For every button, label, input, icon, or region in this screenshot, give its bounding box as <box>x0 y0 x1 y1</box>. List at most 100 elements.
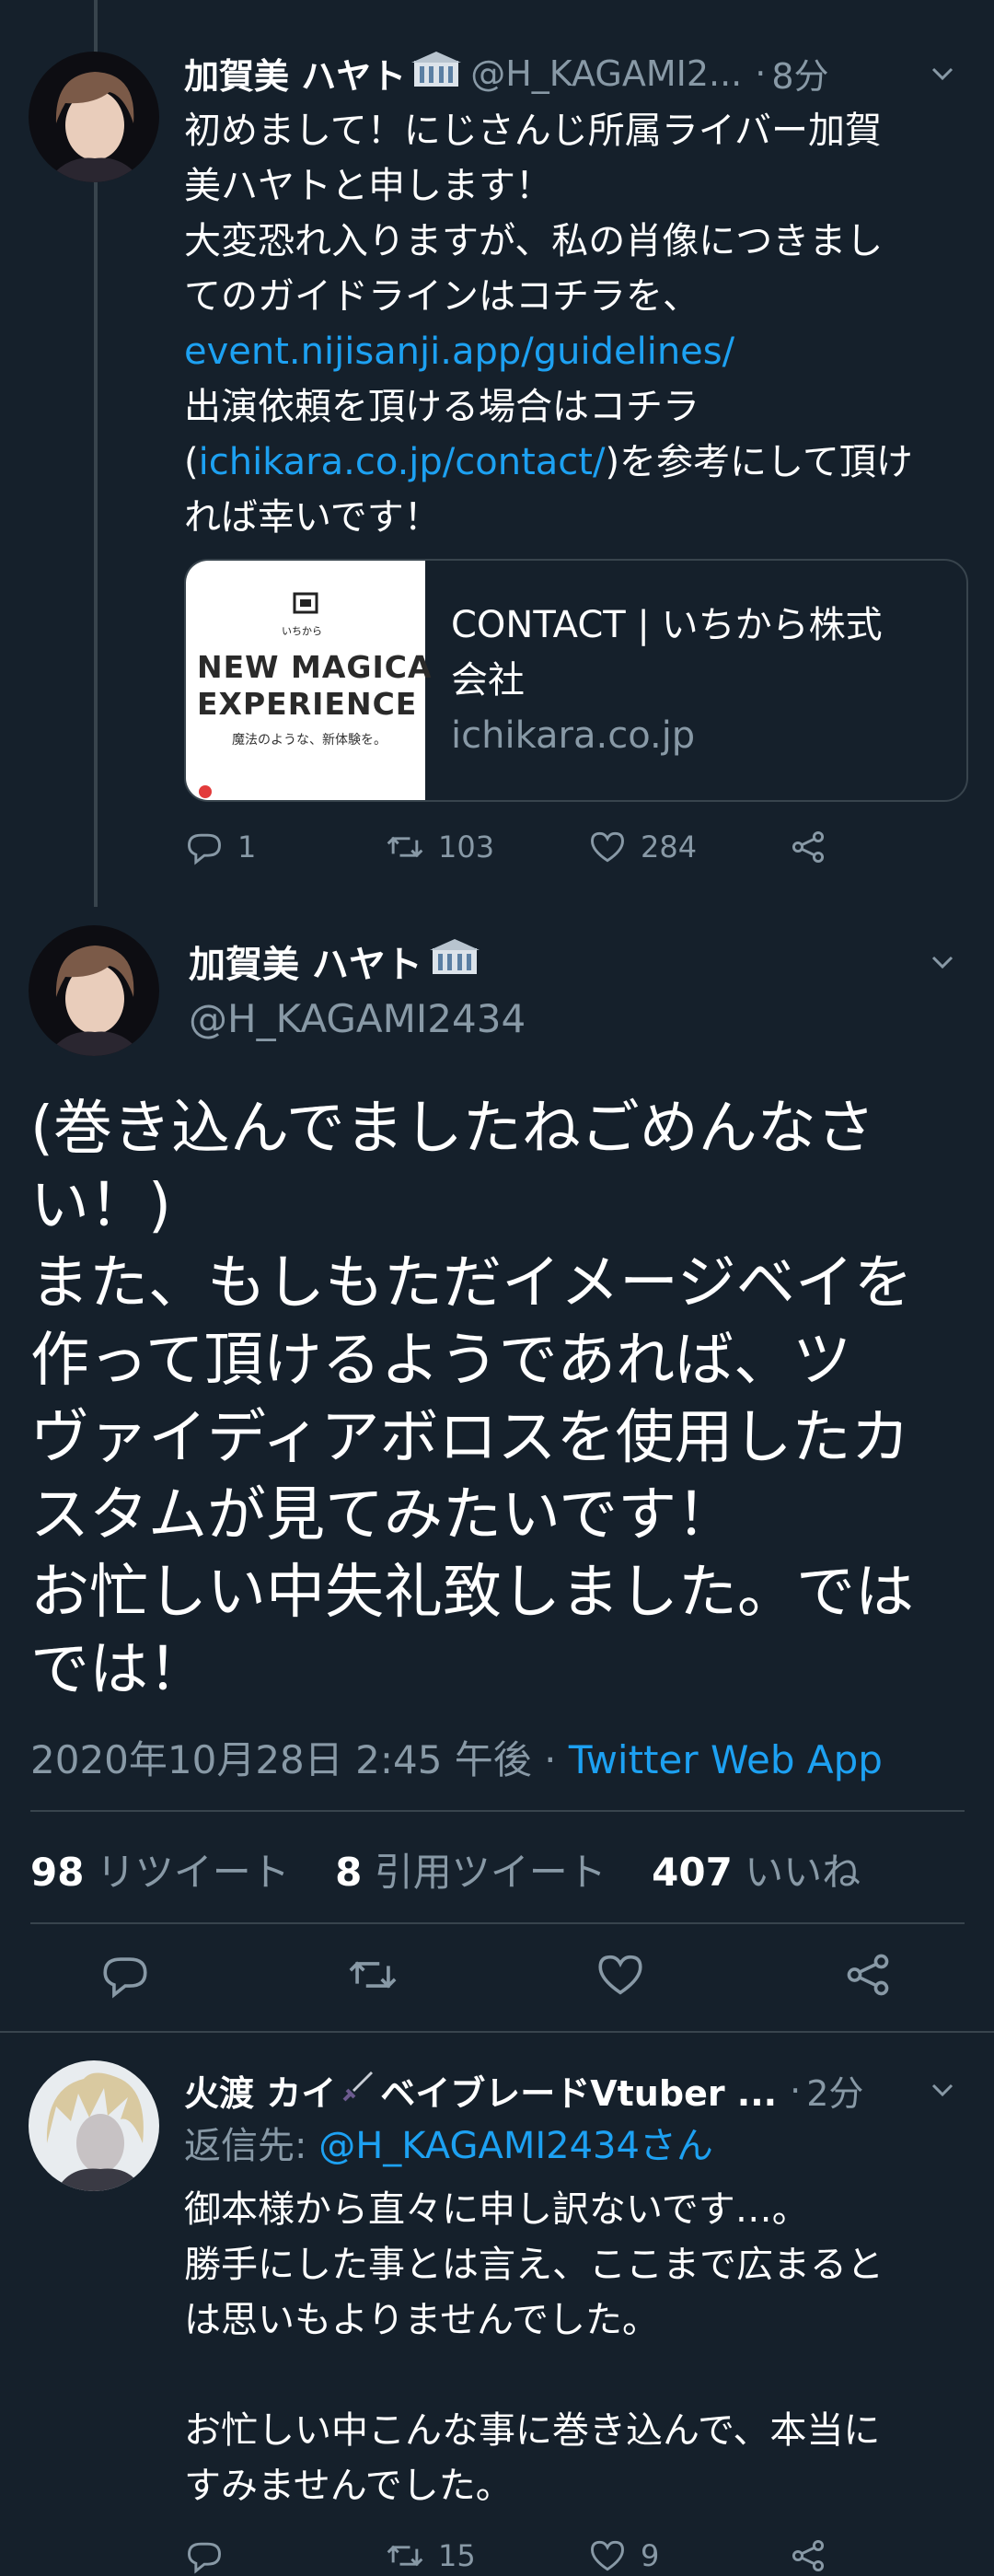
retweet-button[interactable]: 103 <box>385 827 587 867</box>
reply-button[interactable]: 1 <box>184 827 385 867</box>
divider <box>0 2031 994 2033</box>
display-name[interactable]: 火渡 カイ <box>184 2065 336 2116</box>
reply-icon <box>188 833 221 865</box>
tweet-text: 初めまして！にじさんじ所属ライバー加賀 美ハヤトと申します！ 大変恐れ入りますが… <box>184 103 966 545</box>
retweet-button[interactable]: 15 <box>385 2535 587 2576</box>
text-line: スタムが見てみたいです！ <box>30 1481 736 1549</box>
card-image: いちから NEW MAGICA EXPERIENCE 魔法のような、新体験を。 <box>186 561 432 800</box>
text-line: すみませんでした。 <box>184 2465 513 2507</box>
text-line: 御本様から直々に申し訳ないです…。 <box>184 2188 809 2231</box>
like-label: いいね <box>732 1850 861 1895</box>
like-count: 9 <box>641 2538 660 2573</box>
card-title: 会社 <box>451 659 525 702</box>
text-line: 初めまして！にじさんじ所属ライバー加賀 <box>184 110 882 152</box>
display-name[interactable]: 加賀美 ハヤト <box>189 934 422 988</box>
separator-dot: · <box>790 2070 802 2111</box>
timestamp[interactable]: 8分 <box>771 48 828 99</box>
like-icon <box>591 831 624 863</box>
divider <box>30 1922 965 1924</box>
card-image-headline: EXPERIENCE <box>197 686 418 722</box>
text-line: 大変恐れ入りますが、私の肖像につきまし <box>184 220 884 262</box>
likes-stat[interactable]: 407 いいね <box>652 1850 861 1895</box>
display-name[interactable]: 加賀美 ハヤト <box>184 48 406 99</box>
tweet-header: 火渡 カイ ベイブレードVtuber ... · 2分 <box>184 2065 863 2116</box>
text-line: お忙しい中こんな事に巻き込んで、本当に <box>184 2409 881 2452</box>
link-card[interactable]: いちから NEW MAGICA EXPERIENCE 魔法のような、新体験を。 … <box>184 559 968 802</box>
avatar[interactable] <box>29 925 159 1056</box>
retweet-count: 15 <box>438 2538 476 2573</box>
building-icon <box>411 50 462 97</box>
text-line: れば幸いです！ <box>184 496 441 539</box>
like-icon <box>591 2540 624 2571</box>
handle[interactable]: @H_KAGAMI2434 <box>189 996 526 1041</box>
like-count: 284 <box>641 830 698 864</box>
replying-to: 返信先: @H_KAGAMI2434さん <box>184 2116 713 2169</box>
like-total: 407 <box>652 1850 733 1895</box>
retweet-icon[interactable] <box>346 1948 399 2002</box>
building-icon <box>429 937 480 985</box>
tweet-text: (巻き込んでましたねごめんなさ い！) また、もしもただイメージベイを 作って頂… <box>30 1090 969 1709</box>
tweet-meta: 2020年10月28日 2:45 午後 · Twitter Web App <box>30 1729 883 1785</box>
text-line: (巻き込んでましたねごめんなさ <box>30 1095 875 1163</box>
like-button[interactable]: 9 <box>587 2535 788 2576</box>
reply-handle-link[interactable]: @H_KAGAMI2434さん <box>318 2125 713 2167</box>
tweet-header: 加賀美 ハヤト @H_KAGAMI2... · 8分 <box>184 48 829 99</box>
handle[interactable]: @H_KAGAMI2... <box>470 53 742 94</box>
like-button[interactable]: 284 <box>587 827 788 867</box>
retweet-icon <box>387 836 423 858</box>
chevron-down-icon[interactable] <box>924 944 961 981</box>
divider <box>30 1810 965 1812</box>
share-icon <box>792 830 825 864</box>
tweet-actions: 1 103 284 <box>184 827 828 867</box>
avatar[interactable] <box>29 52 159 182</box>
card-domain: ichikara.co.jp <box>451 714 696 757</box>
retweet-count: 103 <box>438 830 495 864</box>
reply-prefix: 返信先: <box>184 2125 319 2167</box>
contact-link[interactable]: ichikara.co.jp/contact/ <box>199 441 606 483</box>
text-line: 作って頂けるようであれば、ツ <box>30 1327 852 1395</box>
text-line <box>184 2348 966 2403</box>
sword-icon <box>340 2068 376 2113</box>
retweet-label: リツイート <box>84 1850 290 1895</box>
reply-count: 1 <box>237 830 257 864</box>
text-line: では！ <box>30 1636 207 1704</box>
share-icon <box>792 2539 825 2572</box>
text-line: 勝手にした事とは言え、ここまで広まると <box>184 2244 884 2286</box>
share-button[interactable] <box>788 2535 828 2576</box>
card-image-headline: NEW MAGICA <box>197 649 433 685</box>
tweet-actions: 15 9 <box>184 2535 828 2576</box>
tweet-text: 御本様から直々に申し訳ないです…。 勝手にした事とは言え、ここまで広まると は思… <box>184 2182 966 2513</box>
avatar[interactable] <box>29 2060 159 2191</box>
meta-separator: · <box>531 1737 569 1782</box>
text-line: また、もしもただイメージベイを <box>30 1249 913 1317</box>
full-timestamp[interactable]: 2020年10月28日 2:45 午後 <box>30 1737 532 1782</box>
chevron-down-icon[interactable] <box>924 2071 961 2108</box>
like-icon[interactable] <box>594 1948 647 2002</box>
share-button[interactable] <box>788 827 828 867</box>
text-line: お忙しい中失礼致しました。では <box>30 1559 914 1627</box>
text-line: 出演依頼を頂ける場合はコチラ <box>184 386 699 428</box>
reply-icon[interactable] <box>98 1948 152 2002</box>
text-line: てのガイドラインはコチラを、 <box>184 275 699 318</box>
engagement-stats: 98 リツイート 8 引用ツイート 407 いいね <box>30 1841 861 1897</box>
text-fragment: ( <box>184 441 199 483</box>
reply-button[interactable] <box>184 2535 385 2576</box>
tweet-header: 加賀美 ハヤト <box>189 934 480 988</box>
text-line: ヴァイディアボロスを使用したカ <box>30 1404 910 1472</box>
share-icon[interactable] <box>841 1948 895 2002</box>
quotes-stat[interactable]: 8 引用ツイート <box>335 1850 607 1895</box>
timestamp[interactable]: 2分 <box>806 2065 863 2116</box>
guidelines-link[interactable]: event.nijisanji.app/guidelines/ <box>184 331 734 373</box>
retweet-total: 98 <box>30 1850 85 1895</box>
card-image-subtitle: 魔法のような、新体験を。 <box>232 733 387 748</box>
text-line: は思いもよりませんでした。 <box>184 2299 659 2341</box>
source-link[interactable]: Twitter Web App <box>569 1737 883 1782</box>
chevron-down-icon[interactable] <box>924 55 961 92</box>
retweet-icon <box>387 2545 423 2567</box>
reply-icon <box>188 2542 221 2574</box>
retweets-stat[interactable]: 98 リツイート <box>30 1850 290 1895</box>
display-name-suffix[interactable]: ベイブレードVtuber ... <box>380 2065 777 2116</box>
text-line: い！) <box>30 1172 171 1240</box>
quote-total: 8 <box>335 1850 363 1895</box>
card-logo-text: いちから <box>282 625 322 637</box>
